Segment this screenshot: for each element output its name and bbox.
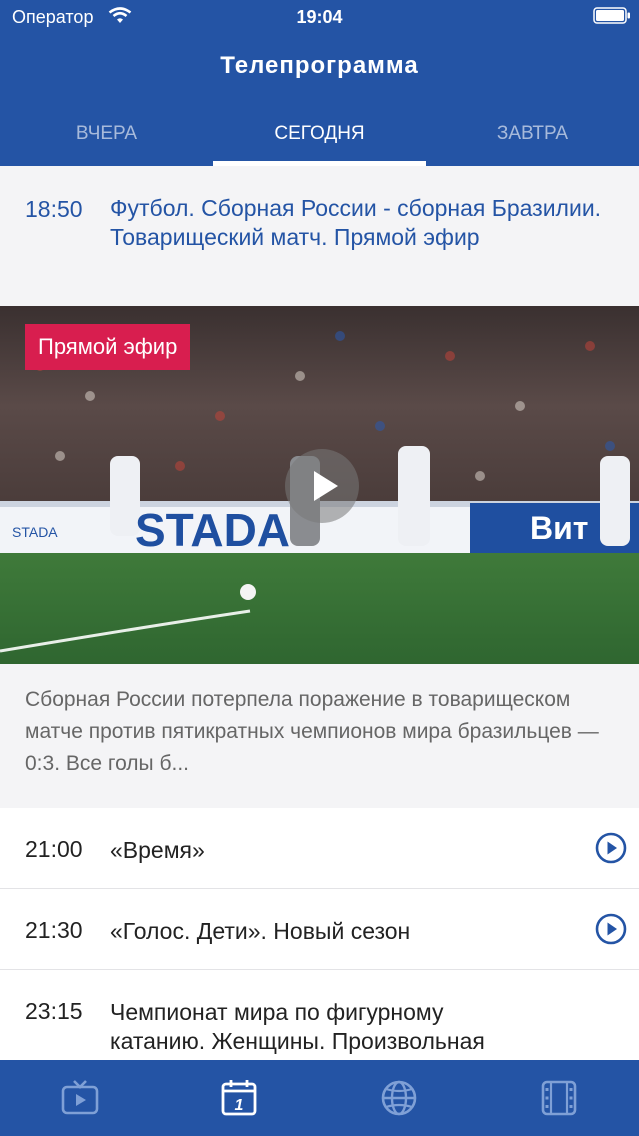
calendar-day-number: 1 bbox=[235, 1097, 244, 1114]
tab-today[interactable]: СЕГОДНЯ bbox=[213, 112, 426, 166]
tab-tomorrow[interactable]: ЗАВТРА bbox=[426, 112, 639, 166]
program-description: Сборная России потерпела поражение в тов… bbox=[0, 664, 639, 808]
tv-icon[interactable] bbox=[60, 1078, 100, 1118]
status-bar: Оператор 19:04 bbox=[0, 0, 639, 34]
program-title: «Голос. Дети». Новый сезон bbox=[110, 918, 411, 944]
calendar-icon[interactable]: 1 bbox=[219, 1078, 259, 1118]
app-header: Оператор 19:04 Телепрограмма ВЧЕРА СЕГОД… bbox=[0, 0, 639, 166]
program-row[interactable]: 23:15 Чемпионат мира по фигурному катани… bbox=[0, 970, 639, 1060]
ad-board-main-text: STADA bbox=[135, 504, 290, 556]
program-title: «Время» bbox=[110, 837, 205, 863]
page-title: Телепрограмма bbox=[220, 52, 419, 79]
program-time: 23:15 bbox=[25, 998, 83, 1024]
program-time: 18:50 bbox=[25, 196, 83, 222]
program-title: Чемпионат мира по фигурному катанию. Жен… bbox=[110, 999, 485, 1060]
ad-board-right-text: Вит bbox=[530, 510, 588, 546]
play-video-button[interactable] bbox=[285, 449, 359, 523]
live-badge: Прямой эфир bbox=[25, 324, 191, 370]
day-tabs: ВЧЕРА СЕГОДНЯ ЗАВТРА bbox=[0, 112, 639, 166]
program-time: 21:30 bbox=[25, 917, 83, 943]
program-time: 21:00 bbox=[25, 836, 83, 862]
ad-board-left-text: STADA bbox=[12, 524, 58, 540]
bottom-tab-bar: 1 bbox=[0, 1060, 639, 1136]
film-icon[interactable] bbox=[539, 1078, 579, 1118]
program-row[interactable]: 21:00 «Время» bbox=[0, 808, 639, 889]
tab-yesterday[interactable]: ВЧЕРА bbox=[0, 112, 213, 166]
live-video-preview[interactable]: STADA STADA Вит Прямой эфир bbox=[0, 306, 639, 664]
play-icon bbox=[314, 471, 338, 501]
program-title: Футбол. Сборная России - сборная Бразили… bbox=[110, 195, 602, 250]
globe-icon[interactable] bbox=[379, 1078, 419, 1118]
play-circle-icon[interactable] bbox=[595, 832, 627, 864]
program-row[interactable]: 21:30 «Голос. Дети». Новый сезон bbox=[0, 889, 639, 970]
schedule-list[interactable]: 18:50 Футбол. Сборная России - сборная Б… bbox=[0, 166, 639, 1060]
live-program-row[interactable]: 18:50 Футбол. Сборная России - сборная Б… bbox=[0, 166, 639, 306]
play-circle-icon[interactable] bbox=[595, 913, 627, 945]
status-time: 19:04 bbox=[296, 7, 343, 27]
battery-icon bbox=[593, 7, 630, 24]
description-text: Сборная России потерпела поражение в тов… bbox=[25, 688, 599, 775]
